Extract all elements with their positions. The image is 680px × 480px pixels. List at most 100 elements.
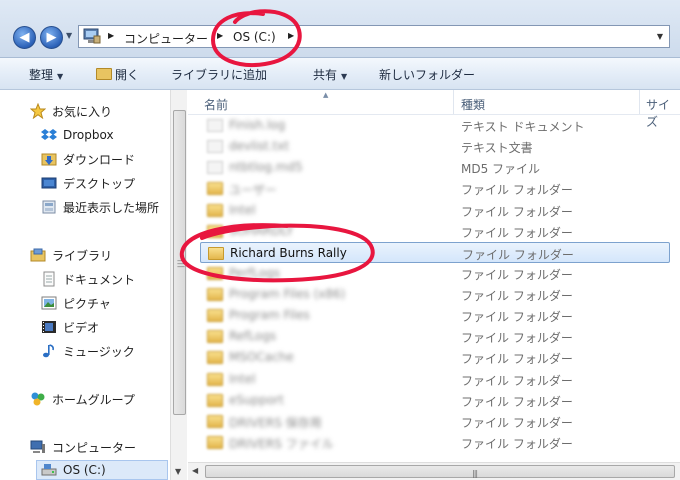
share-button[interactable]: 共有 ▼ <box>313 66 347 83</box>
scroll-left-arrow-icon[interactable]: ◀ <box>192 466 198 475</box>
file-type: テキスト文書 <box>461 141 533 155</box>
nav-documents[interactable]: ドキュメント <box>41 269 135 289</box>
horizontal-scrollbar[interactable]: ◀ ||| <box>188 462 680 480</box>
column-divider[interactable] <box>453 90 454 114</box>
nav-item-label: ドキュメント <box>63 272 136 287</box>
recent-pages-dropdown-icon[interactable]: ▼ <box>66 31 72 40</box>
file-row[interactable]: Richard Burns Rally ファイル フォルダー <box>200 242 670 263</box>
file-name: ntbtlog.md5 <box>229 160 303 174</box>
forward-arrow-icon: ▶ <box>46 30 57 45</box>
file-row[interactable]: Finish.log テキスト ドキュメント <box>200 115 670 136</box>
nav-computer-label: コンピューター <box>52 440 137 455</box>
file-name: Finish.log <box>229 118 286 132</box>
file-row[interactable]: DRIVERS ファイル ファイル フォルダー <box>200 432 670 453</box>
file-row[interactable]: Intel ファイル フォルダー <box>200 200 670 221</box>
column-divider[interactable] <box>639 90 640 114</box>
file-row[interactable]: RefLogs ファイル フォルダー <box>200 326 670 347</box>
breadcrumb-computer[interactable]: コンピューター <box>124 30 208 47</box>
file-type: ファイル フォルダー <box>461 352 573 366</box>
file-row[interactable]: ntbtlog.md5 MD5 ファイル <box>200 157 670 178</box>
scrollbar-thumb[interactable]: — — — <box>173 110 186 415</box>
file-type: ファイル フォルダー <box>461 374 573 388</box>
nav-item-label: OS (C:) <box>63 463 106 477</box>
breadcrumb-separator-icon[interactable]: ▶ <box>288 31 294 40</box>
navigation-scrollbar[interactable]: — — — ▼ <box>170 90 187 480</box>
file-row[interactable]: Program Files (x86) ファイル フォルダー <box>200 284 670 305</box>
file-name: DRIVERS ファイル <box>229 437 334 451</box>
nav-item-label: Dropbox <box>63 128 114 142</box>
file-type: ファイル フォルダー <box>461 310 573 324</box>
star-icon <box>30 103 46 119</box>
nav-videos[interactable]: ビデオ <box>41 317 99 337</box>
nav-desktop[interactable]: デスクトップ <box>41 173 135 193</box>
nav-music[interactable]: ミュージック <box>41 341 135 361</box>
file-row[interactable]: ユーザー ファイル フォルダー <box>200 178 670 199</box>
file-row[interactable]: SOHARDLY ファイル フォルダー <box>200 221 670 242</box>
organize-button[interactable]: 整理 ▼ <box>29 66 63 83</box>
folder-icon <box>207 330 223 343</box>
file-type: ファイル フォルダー <box>461 183 573 197</box>
file-icon <box>207 140 223 153</box>
scroll-down-arrow-icon[interactable]: ▼ <box>175 467 181 476</box>
file-name: ユーザー <box>229 183 277 197</box>
folder-icon <box>207 373 223 386</box>
file-row[interactable]: devlist.txt テキスト文書 <box>200 136 670 157</box>
computer-icon <box>30 440 45 453</box>
dropbox-icon <box>41 129 57 140</box>
folder-icon <box>207 267 223 280</box>
file-name: MSOCache <box>229 350 294 364</box>
file-name: Program Files (x86) <box>229 287 346 301</box>
file-name: RefLogs <box>229 329 277 343</box>
open-button[interactable]: 開く <box>96 66 139 83</box>
nav-homegroup[interactable]: ホームグループ <box>30 389 135 409</box>
nav-recent-places[interactable]: 最近表示した場所 <box>41 197 159 217</box>
nav-dropbox[interactable]: Dropbox <box>41 125 114 145</box>
new-folder-button[interactable]: 新しいフォルダー <box>379 66 475 83</box>
grip-icon: — — — <box>177 256 185 271</box>
back-button[interactable]: ◀ <box>13 26 36 49</box>
breadcrumb-separator-icon[interactable]: ▶ <box>108 31 114 40</box>
nav-computer[interactable]: コンピューター <box>30 437 136 457</box>
folder-icon <box>207 182 223 195</box>
drive-icon <box>41 464 57 476</box>
folder-icon <box>207 204 223 217</box>
column-header-type[interactable]: 種類 <box>461 96 485 113</box>
library-icon <box>30 248 46 262</box>
nav-libraries[interactable]: ライブラリ <box>30 245 112 265</box>
file-row[interactable]: MSOCache ファイル フォルダー <box>200 347 670 368</box>
nav-downloads[interactable]: ダウンロード <box>41 149 135 169</box>
documents-icon <box>43 271 55 287</box>
nav-os-drive[interactable]: OS (C:) <box>36 460 168 480</box>
file-name: Intel <box>229 372 256 386</box>
forward-button[interactable]: ▶ <box>40 26 63 49</box>
nav-homegroup-label: ホームグループ <box>52 392 135 407</box>
scrollbar-thumb[interactable]: ||| <box>205 465 675 478</box>
file-row[interactable]: DRIVERS 保存用 ファイル フォルダー <box>200 411 670 432</box>
nav-pictures[interactable]: ピクチャ <box>41 293 111 313</box>
chevron-down-icon: ▼ <box>341 72 348 81</box>
address-bar[interactable]: ▶ コンピューター ▶ OS (C:) ▶ ▼ <box>78 25 670 48</box>
folder-icon <box>207 288 223 301</box>
folder-icon <box>207 415 223 428</box>
file-row[interactable]: Intel ファイル フォルダー <box>200 369 670 390</box>
file-type: ファイル フォルダー <box>461 289 573 303</box>
file-name: DRIVERS 保存用 <box>229 416 322 430</box>
navigation-pane: お気に入り Dropbox ダウンロード デスクトップ 最近表示した場所 ライブ… <box>0 90 170 480</box>
add-to-library-button[interactable]: ライブラリに追加 <box>171 66 267 83</box>
file-type: ファイル フォルダー <box>461 416 573 430</box>
nav-item-label: ビデオ <box>63 320 100 335</box>
videos-icon <box>42 321 56 333</box>
nav-item-label: ダウンロード <box>63 152 136 167</box>
address-dropdown-icon[interactable]: ▼ <box>657 32 663 41</box>
chevron-down-icon: ▼ <box>57 72 64 81</box>
address-area: ◀ ▶ ▼ ▶ コンピューター ▶ OS (C:) ▶ ▼ <box>0 0 680 58</box>
file-row[interactable]: Program Files ファイル フォルダー <box>200 305 670 326</box>
file-row[interactable]: PerfLogs ファイル フォルダー <box>200 263 670 284</box>
recent-places-icon <box>42 200 56 214</box>
breadcrumb-separator-icon[interactable]: ▶ <box>217 31 223 40</box>
breadcrumb-os-drive[interactable]: OS (C:) <box>233 30 276 44</box>
folder-icon <box>207 309 223 322</box>
nav-favorites[interactable]: お気に入り <box>30 101 112 121</box>
file-row[interactable]: eSupport ファイル フォルダー <box>200 390 670 411</box>
column-header-name[interactable]: 名前 <box>204 96 228 113</box>
